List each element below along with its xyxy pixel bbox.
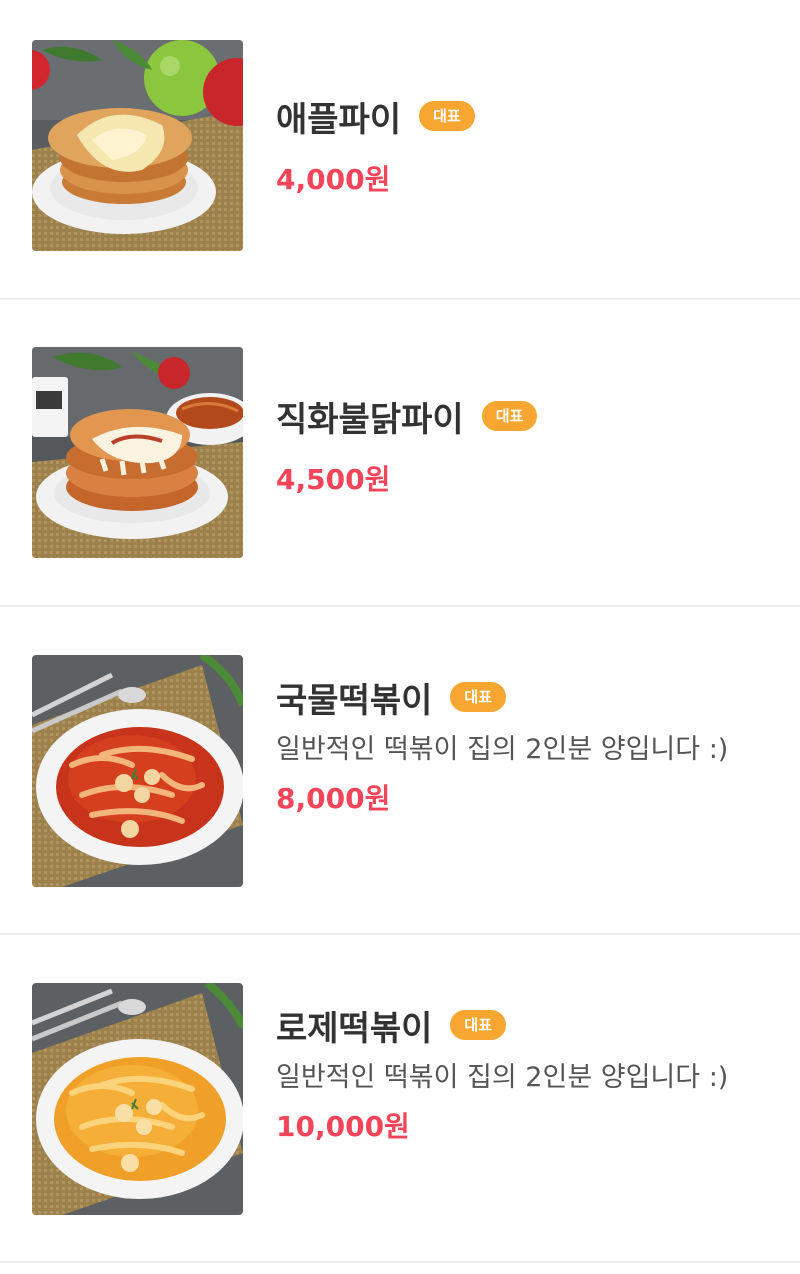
menu-item-name: 직화불닭파이 — [276, 399, 464, 440]
menu-item-fire-chicken-pie[interactable]: 직화불닭파이 대표 4,500원 — [0, 300, 800, 607]
signature-badge: 대표 — [450, 1010, 507, 1040]
signature-badge: 대표 — [481, 401, 538, 431]
menu-item-apple-pie[interactable]: 애플파이 대표 4,000원 — [0, 0, 800, 300]
menu-item-price: 4,000원 — [276, 163, 391, 196]
menu-item-description: 일반적인 떡볶이 집의 2인분 양입니다 :) — [276, 734, 729, 765]
menu-item-rose-tteokbokki[interactable]: 로제떡볶이 대표 일반적인 떡볶이 집의 2인분 양입니다 :) 10,000원 — [0, 935, 800, 1263]
menu-item-name: 국물떡볶이 — [276, 680, 433, 721]
menu-item-description: 일반적인 떡볶이 집의 2인분 양입니다 :) — [276, 1062, 729, 1093]
menu-item-price: 8,000원 — [276, 782, 391, 815]
soup-tteokbokki-photo — [32, 655, 243, 887]
menu-item-price: 10,000원 — [276, 1110, 410, 1143]
menu-list: 애플파이 대표 4,000원 직화불닭파이 대표 4,500원 국물떡볶이 대표… — [0, 0, 800, 1263]
signature-badge: 대표 — [419, 101, 475, 131]
signature-badge: 대표 — [450, 682, 507, 712]
rose-tteokbokki-photo — [32, 983, 243, 1215]
apple-pie-photo — [32, 40, 243, 251]
menu-item-price: 4,500원 — [276, 463, 391, 496]
menu-item-name: 로제떡볶이 — [276, 1008, 433, 1049]
menu-item-name: 애플파이 — [276, 99, 402, 140]
menu-item-soup-tteokbokki[interactable]: 국물떡볶이 대표 일반적인 떡볶이 집의 2인분 양입니다 :) 8,000원 — [0, 607, 800, 935]
fire-chicken-pie-photo — [32, 347, 243, 558]
